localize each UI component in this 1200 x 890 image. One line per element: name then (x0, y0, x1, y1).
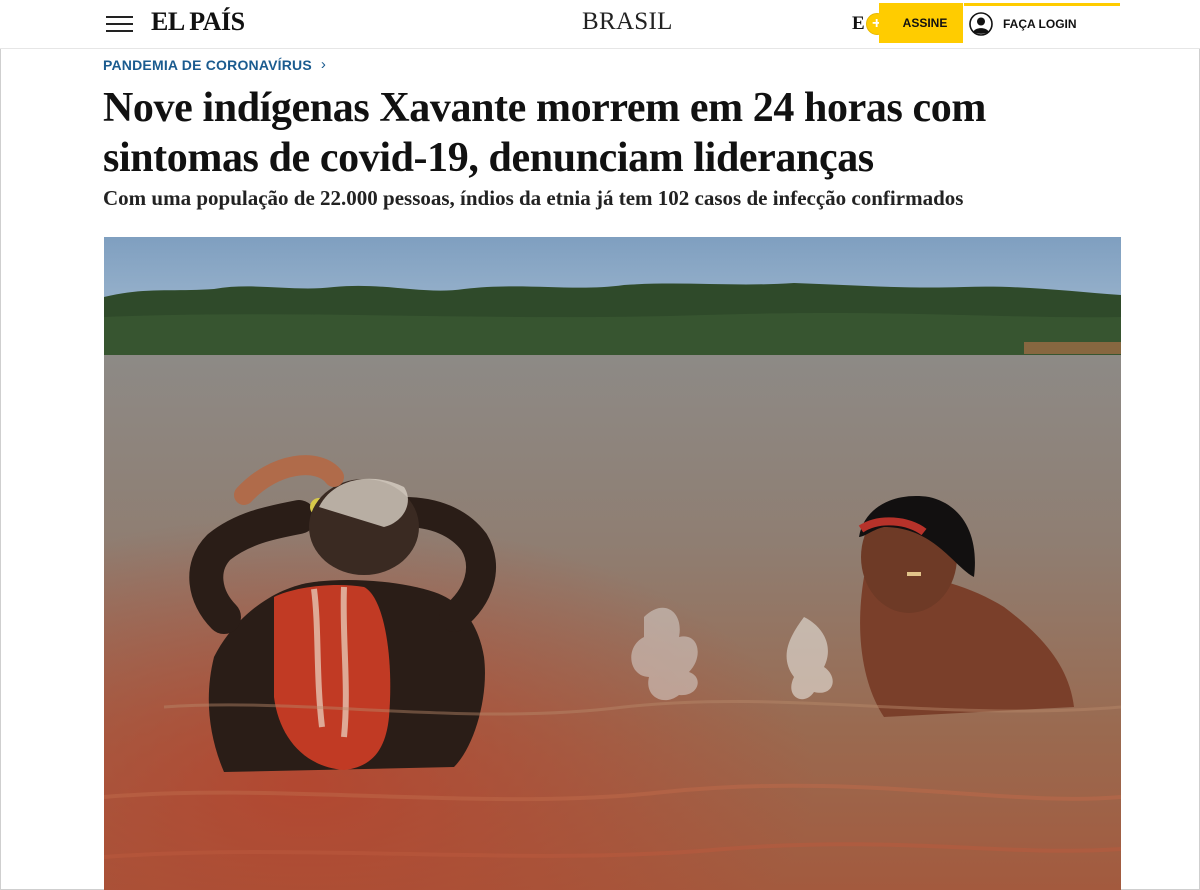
login-accent-bar (964, 3, 1120, 6)
top-navigation-bar: EL PAÍS BRASIL E + ASSINE FAÇA LOGIN (0, 0, 1200, 49)
chevron-right-icon: › (320, 56, 327, 73)
article-headline: Nove indígenas Xavante morrem em 24 hora… (103, 85, 986, 181)
user-icon (969, 12, 993, 36)
article-hero-photo (104, 237, 1121, 890)
login-button[interactable]: FAÇA LOGIN (969, 11, 1077, 37)
article-subtitle: Com uma população de 22.000 pessoas, índ… (103, 186, 964, 210)
site-logo[interactable]: EL PAÍS (151, 7, 245, 37)
subscribe-button[interactable]: ASSINE (879, 3, 963, 43)
login-label: FAÇA LOGIN (1003, 17, 1077, 31)
e-letter: E (852, 13, 865, 34)
river-bathing-illustration (104, 237, 1121, 890)
section-kicker-link[interactable]: PANDEMIA DE CORONAVÍRUS › (103, 56, 326, 73)
edition-label[interactable]: BRASIL (582, 8, 673, 36)
kicker-label: PANDEMIA DE CORONAVÍRUS (103, 56, 312, 73)
hamburger-menu-icon[interactable] (106, 14, 133, 34)
